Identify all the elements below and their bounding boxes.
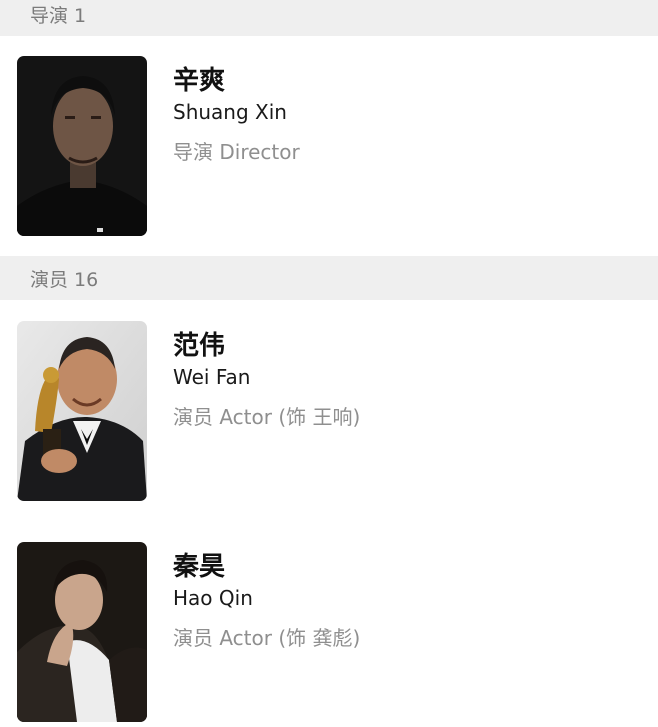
person-name-cn: 辛爽 [173,66,226,96]
person-role: 导演 Director [173,140,300,164]
person-photo[interactable] [17,542,147,722]
person-item[interactable]: 范伟 Wei Fan 演员 Actor (饰 王响) [0,321,658,503]
section-title: 演员 16 [30,268,99,291]
person-role: 演员 Actor (饰 王响) [173,405,361,429]
person-role: 演员 Actor (饰 龚彪) [173,626,361,650]
section-header-director: 导演 1 [0,0,658,36]
portrait-image [17,56,147,236]
person-photo[interactable] [17,56,147,236]
person-name-en: Hao Qin [173,586,253,610]
person-photo[interactable] [17,321,147,501]
person-name-cn: 秦昊 [173,552,226,582]
person-name-cn: 范伟 [173,331,226,361]
person-item[interactable]: 辛爽 Shuang Xin 导演 Director [0,56,658,238]
portrait-image [17,321,147,501]
person-name-en: Wei Fan [173,365,251,389]
person-name-en: Shuang Xin [173,100,287,124]
person-item[interactable]: 秦昊 Hao Qin 演员 Actor (饰 龚彪) [0,542,658,724]
section-header-cast: 演员 16 [0,256,658,300]
section-title: 导演 1 [30,4,87,27]
portrait-image [17,542,147,722]
